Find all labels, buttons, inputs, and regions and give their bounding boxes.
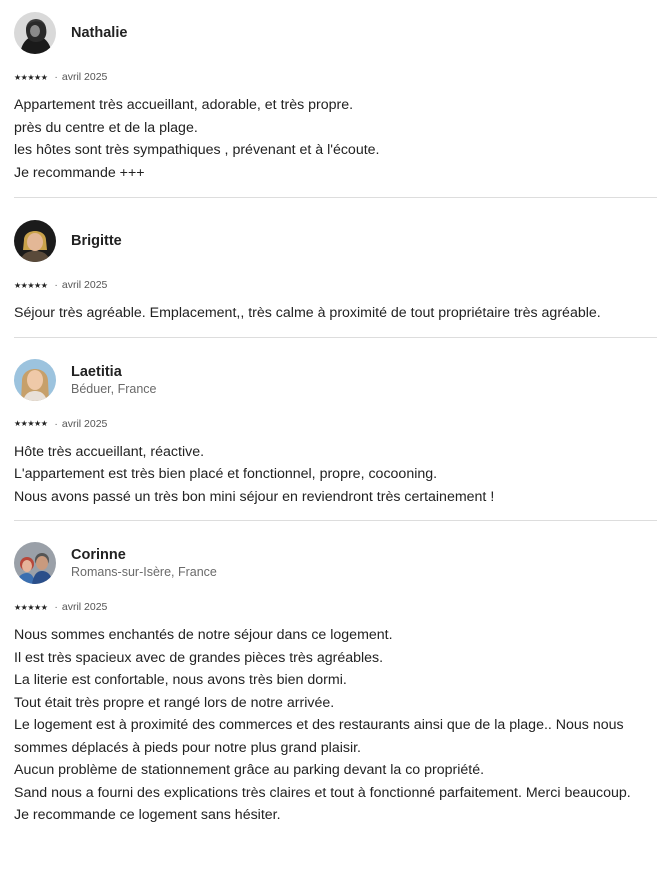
avatar-nathalie-image [14, 12, 56, 54]
review-text: Hôte très accueillant, réactive. L'appar… [14, 443, 495, 505]
review-header: Brigitte [14, 219, 657, 263]
meta-separator: · [54, 601, 58, 613]
avatar-corinne-image [14, 542, 56, 584]
review-item: Nathalie ★★★★★ · avril 2025 Appartement … [14, 0, 657, 184]
star-rating: ★★★★★ [14, 602, 48, 612]
review-text: Séjour très agréable. Emplacement,, très… [14, 305, 601, 321]
review-meta: ★★★★★ · avril 2025 [14, 599, 657, 615]
review-item: Laetitia Béduer, France ★★★★★ · avril 20… [14, 338, 657, 509]
review-text: Nous sommes enchantés de notre séjour da… [14, 627, 631, 823]
reviewer-location: Béduer, France [71, 381, 157, 396]
avatar[interactable] [14, 220, 56, 262]
reviewer-name: Brigitte [71, 233, 122, 249]
avatar[interactable] [14, 12, 56, 54]
review-date: avril 2025 [61, 279, 108, 291]
review-text: Appartement très accueillant, adorable, … [14, 97, 380, 181]
avatar-brigitte-image [14, 220, 56, 262]
star-rating: ★★★★★ [14, 280, 48, 290]
meta-separator: · [54, 417, 58, 430]
review-date: avril 2025 [61, 601, 108, 613]
review-meta: ★★★★★ · avril 2025 [14, 69, 657, 85]
reviewer-name: Laetitia [71, 363, 122, 380]
star-rating: ★★★★★ [14, 72, 48, 82]
review-item: Brigitte ★★★★★ · avril 2025 Séjour très … [14, 198, 657, 325]
review-header: Nathalie [14, 11, 657, 55]
review-meta: ★★★★★ · avril 2025 [14, 277, 657, 293]
reviewer-name: Nathalie [71, 25, 128, 41]
reviews-list: Nathalie ★★★★★ · avril 2025 Appartement … [0, 0, 667, 827]
review-date: avril 2025 [61, 71, 108, 83]
review-header: Corinne Romans-sur-Isère, France [14, 541, 657, 585]
meta-separator: · [54, 71, 58, 83]
star-rating: ★★★★★ [14, 419, 48, 428]
meta-separator: · [54, 279, 58, 291]
review-meta: ★★★★★ · avril 2025 [14, 416, 657, 432]
reviewer-name: Corinne [71, 547, 126, 563]
avatar-laetitia-image [14, 358, 56, 401]
review-header: Laetitia Béduer, France [14, 358, 657, 402]
review-item: Corinne Romans-sur-Isère, France ★★★★★ ·… [14, 521, 657, 827]
avatar[interactable] [14, 358, 56, 401]
review-date: avril 2025 [61, 417, 108, 430]
avatar[interactable] [14, 542, 56, 584]
reviewer-location: Romans-sur-Isère, France [71, 565, 217, 579]
